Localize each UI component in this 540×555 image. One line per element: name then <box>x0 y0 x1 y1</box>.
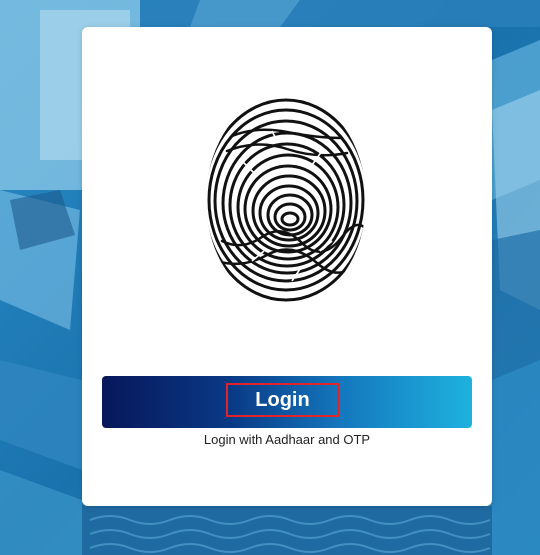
fingerprint-icon <box>206 98 366 302</box>
login-card: Login Login with Aadhaar and OTP <box>82 27 492 506</box>
login-button[interactable]: Login <box>102 376 472 428</box>
login-button-label[interactable]: Login <box>226 383 339 417</box>
login-subtext: Login with Aadhaar and OTP <box>203 432 371 447</box>
